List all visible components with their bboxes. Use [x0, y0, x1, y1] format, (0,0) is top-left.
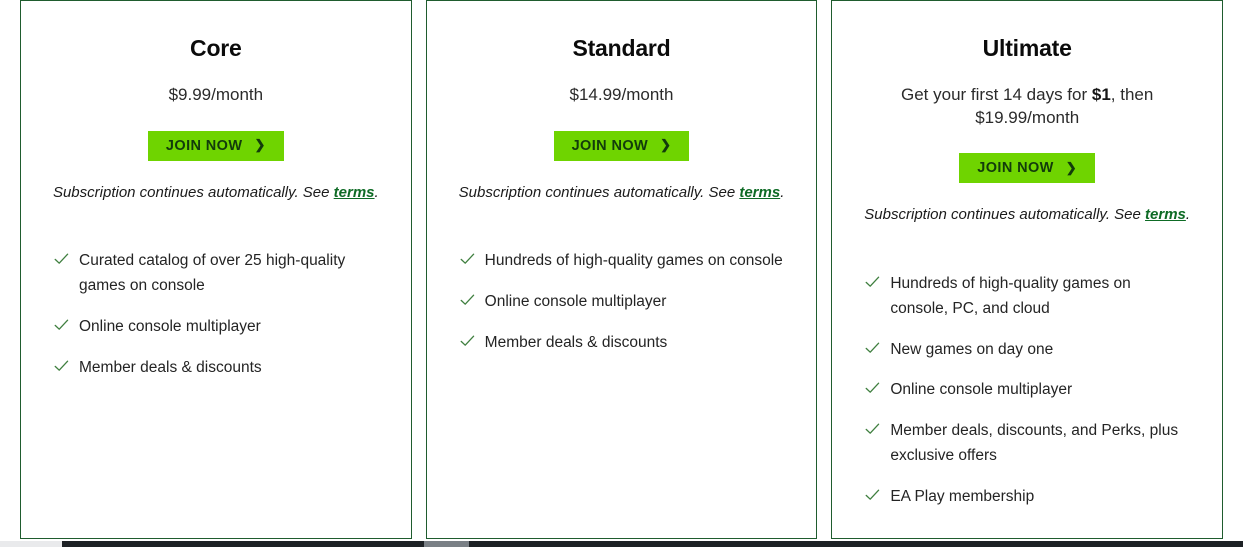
checkmark-icon [865, 421, 880, 439]
auto-renew-period: . [780, 183, 785, 201]
plan-feature-item: Hundreds of high-quality games on consol… [865, 272, 1192, 322]
pricing-plans-container: Core $9.99/month JOIN NOW ❯ Subscription con… [20, 0, 1224, 539]
join-now-label: JOIN NOW [165, 137, 243, 154]
auto-renew-period: . [374, 183, 379, 201]
plan-price: $9.99/month [168, 85, 264, 104]
plan-feature-label: Member deals & discounts [79, 358, 262, 376]
join-now-button[interactable]: JOIN NOW ❯ [959, 153, 1096, 184]
checkmark-icon [865, 380, 880, 398]
plan-feature-label: Hundreds of high-quality games on consol… [484, 252, 783, 270]
plan-feature-label: New games on day one [890, 340, 1054, 358]
plan-feature-label: Member deals, discounts, and Perks, plus… [890, 422, 1179, 464]
bottom-strip-segment-gray [424, 541, 469, 547]
auto-renew-text: Subscription continues automatically. Se… [864, 206, 1146, 224]
chevron-right-icon: ❯ [660, 137, 672, 153]
plan-feature-label: EA Play membership [890, 487, 1035, 505]
checkmark-icon [865, 487, 880, 505]
chevron-right-icon: ❯ [1065, 159, 1078, 175]
plan-title: Standard [572, 35, 671, 61]
auto-renew-text: Subscription continues automatically. Se… [458, 183, 740, 201]
plan-feature-item: Online console multiplayer [54, 315, 381, 340]
plan-feature-item: EA Play membership [865, 485, 1192, 510]
plan-card-core: Core $9.99/month JOIN NOW ❯ Subscription con… [20, 0, 412, 539]
bottom-strip-segment-light [0, 541, 62, 547]
join-now-label: JOIN NOW [571, 137, 649, 154]
checkmark-icon [865, 340, 880, 358]
terms-link[interactable]: terms [334, 184, 375, 201]
plan-feature-label: Online console multiplayer [79, 317, 261, 335]
plan-feature-label: Hundreds of high-quality games on consol… [890, 274, 1131, 317]
plan-feature-item: Member deals & discounts [54, 356, 381, 381]
plan-card-ultimate: Ultimate Get your first 14 days for $1, t… [831, 0, 1224, 539]
plan-feature-item: Curated catalog of over 25 high-quality … [54, 249, 381, 299]
plan-feature-label: Online console multiplayer [484, 293, 667, 311]
plan-feature-label: Member deals & discounts [484, 333, 668, 351]
plan-title: Ultimate [982, 35, 1072, 61]
checkmark-icon [460, 251, 475, 269]
join-now-button[interactable]: JOIN NOW ❯ [553, 130, 690, 161]
terms-link[interactable]: terms [1145, 206, 1186, 223]
checkmark-icon [54, 251, 69, 269]
bottom-strip-segment-dark-right [469, 541, 1243, 547]
plan-feature-item: Hundreds of high-quality games on consol… [460, 249, 787, 274]
plan-card-standard: Standard $14.99/month JOIN NOW ❯ Subscriptio… [425, 0, 818, 539]
auto-renew-note: Subscription continues automatically. Se… [459, 182, 785, 204]
plan-feature-label: Online console multiplayer [890, 381, 1073, 399]
checkmark-icon [460, 292, 475, 310]
plan-price-lead: Get your first 14 days for [901, 85, 1092, 104]
plan-feature-item: Member deals & discounts [460, 331, 787, 356]
plan-feature-item: Online console multiplayer [460, 290, 787, 315]
auto-renew-note: Subscription continues automatically. Se… [53, 182, 379, 204]
plan-feature-label: Curated catalog of over 25 high-quality … [79, 252, 346, 295]
auto-renew-text: Subscription continues automatically. Se… [52, 183, 334, 201]
plan-price: Get your first 14 days for $1, then $19.… [877, 84, 1177, 129]
plan-feature-item: Online console multiplayer [865, 378, 1192, 403]
checkmark-icon [460, 333, 475, 351]
join-now-button[interactable]: JOIN NOW ❯ [147, 130, 284, 161]
plan-feature-item: New games on day one [865, 338, 1192, 363]
terms-link[interactable]: terms [739, 184, 780, 201]
auto-renew-period: . [1185, 206, 1191, 224]
bottom-strip-segment-dark-left [62, 541, 424, 547]
plan-feature-list: Hundreds of high-quality games on consol… [832, 272, 1222, 510]
plan-feature-list: Hundreds of high-quality games on consol… [427, 249, 817, 355]
checkmark-icon [54, 317, 69, 335]
checkmark-icon [865, 274, 880, 292]
checkmark-icon [54, 358, 69, 376]
auto-renew-note: Subscription continues automatically. Se… [864, 204, 1190, 226]
plan-feature-item: Member deals, discounts, and Perks, plus… [865, 419, 1192, 469]
plan-price-promo-amount: $1 [1091, 85, 1111, 104]
plan-price: $14.99/month [569, 85, 674, 104]
join-now-label: JOIN NOW [977, 160, 1054, 177]
plan-feature-list: Curated catalog of over 25 high-quality … [21, 249, 411, 380]
page-bottom-strip [0, 539, 1243, 547]
chevron-right-icon: ❯ [254, 137, 266, 153]
plan-title: Core [190, 35, 242, 61]
